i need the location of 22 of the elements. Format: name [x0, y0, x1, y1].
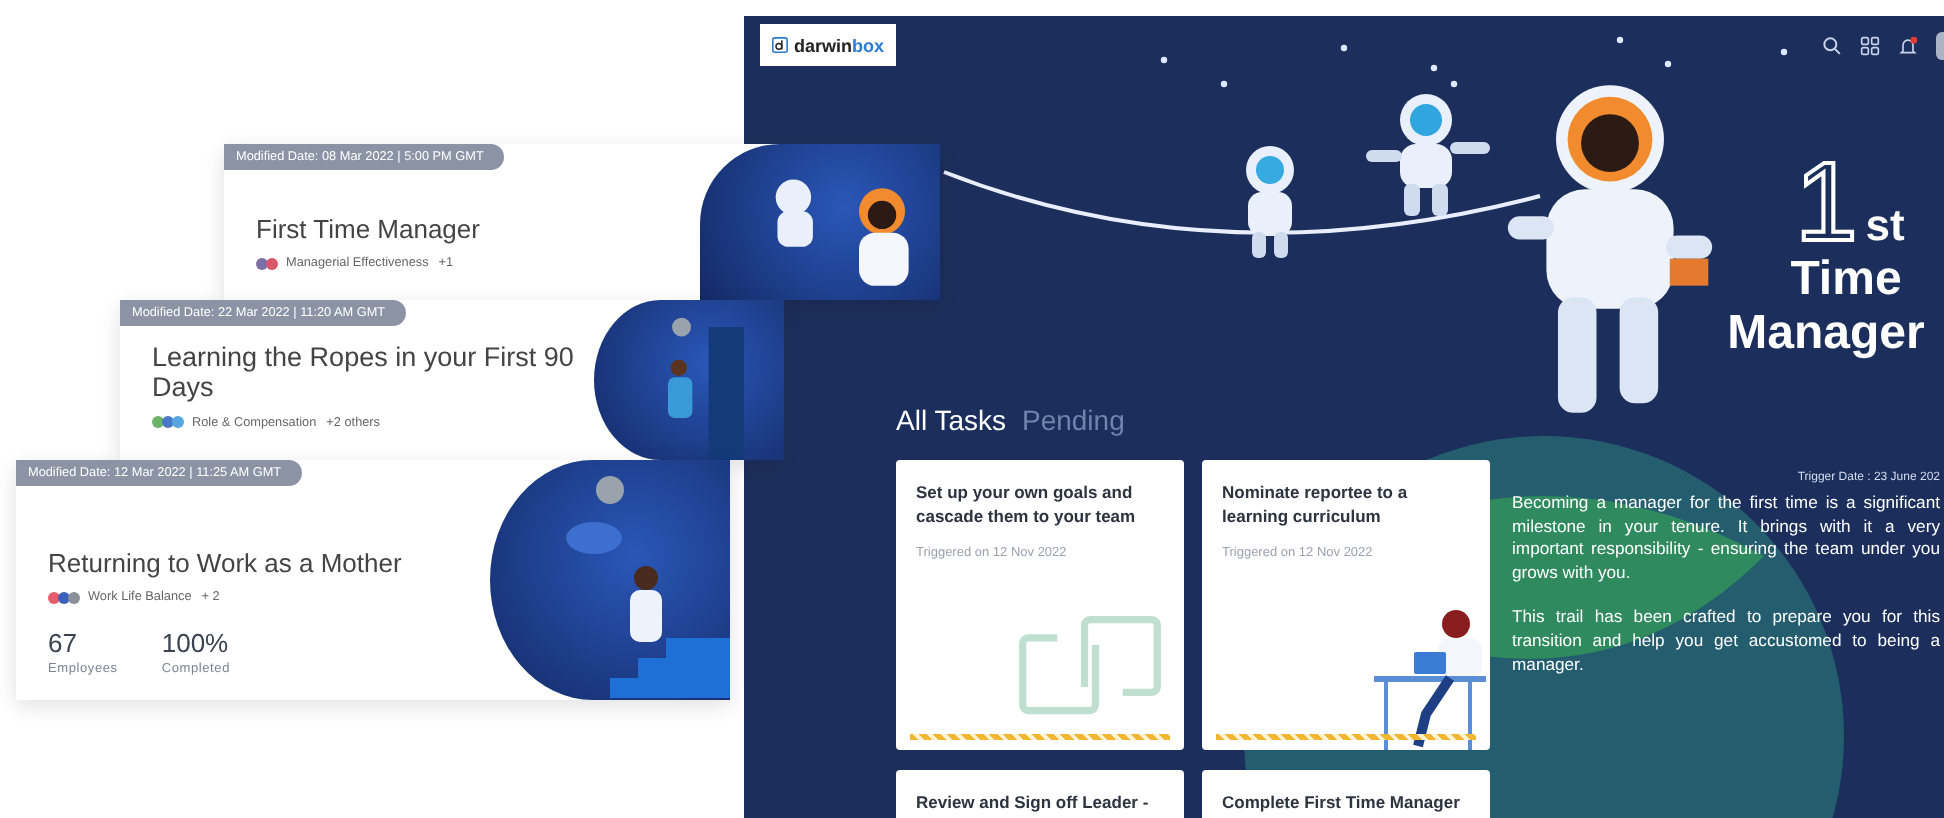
task-title: Set up your own goals and cascade them to your team [916, 482, 1138, 530]
logo-wordmark: darwinbox [793, 35, 884, 55]
task-title: Complete First Time Manager [1222, 792, 1462, 816]
task-title: Nominate reportee to a learning curriculum [1222, 482, 1410, 530]
tab[interactable]: All Tasks [896, 404, 1006, 436]
description-paragraph: This trail has been crafted to prepare you for this transition and help you get accustomed to being a manager. [1512, 606, 1940, 677]
journey-title: Learning the Ropes in your First 90 Days [152, 344, 576, 404]
task-title: Review and Sign off Leader - [916, 792, 1151, 816]
description-paragraph: Becoming a manager for the first time is a significant milestone in your tenure. It brings with it a very important responsibility - ensuring the team under you grows with you. [1512, 492, 1940, 585]
grid-icon[interactable] [1860, 35, 1880, 55]
logo-mark-icon [772, 34, 788, 56]
task-card[interactable]: Complete First Time Manager [1202, 770, 1490, 818]
stat-value: 67 [48, 628, 79, 659]
search-icon[interactable] [1822, 35, 1842, 55]
chain-link-icon [1016, 616, 1164, 716]
stat-value: 100% [161, 628, 230, 659]
notification-bell-icon[interactable] [1898, 35, 1918, 55]
darwinbox-logo[interactable]: darwinbox [760, 24, 896, 66]
journey-title: First Time Manager [256, 216, 482, 245]
journey-title: Returning to Work as a Mother [48, 550, 404, 579]
hero-title: 1 st Time Manager [1725, 148, 1927, 360]
task-card[interactable]: Review and Sign off Leader - [896, 770, 1184, 818]
